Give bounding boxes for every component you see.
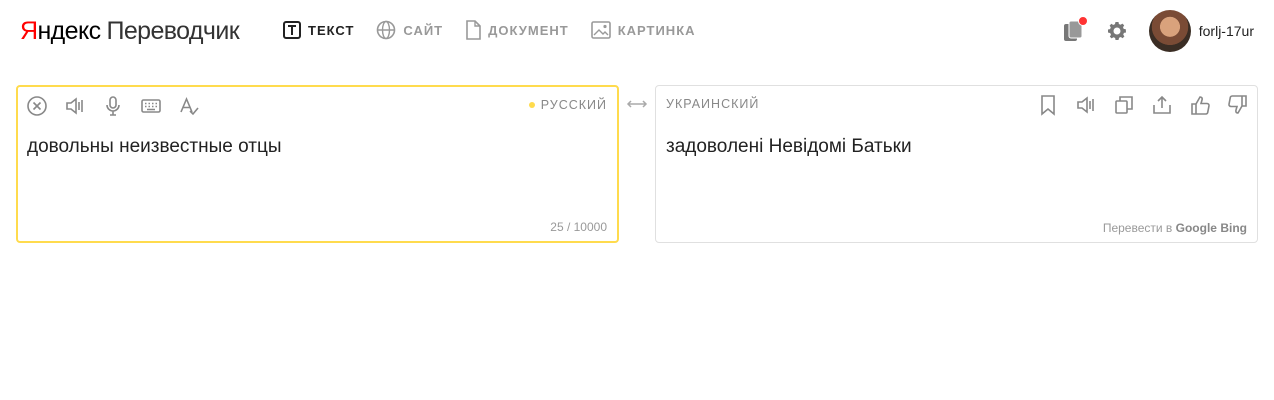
spellcheck-button[interactable]	[178, 95, 200, 117]
engine-links: Перевести в Google Bing	[1102, 221, 1247, 235]
keyboard-icon	[141, 99, 161, 113]
swap-arrows-icon	[626, 100, 648, 108]
target-toolbar	[1021, 94, 1249, 116]
bookmark-icon	[1041, 95, 1055, 116]
speaker-icon	[66, 97, 83, 115]
tab-site[interactable]: САЙТ	[376, 20, 443, 40]
share-icon	[1153, 95, 1171, 114]
text-icon	[283, 21, 301, 39]
notification-dot	[1077, 16, 1088, 26]
copy-button[interactable]	[1113, 94, 1135, 116]
character-counter: 25 / 10000	[550, 220, 607, 234]
share-button[interactable]	[1151, 94, 1173, 116]
speaker-icon	[1077, 96, 1094, 114]
microphone-icon	[106, 96, 120, 116]
listen-source-button[interactable]	[64, 95, 86, 117]
collections-button[interactable]	[1061, 16, 1088, 43]
source-text-input[interactable]: довольны неизвестные отцы	[27, 136, 282, 158]
yandex-translate-logo[interactable]: Яндекс Переводчик	[20, 17, 240, 46]
avatar[interactable]	[1148, 10, 1191, 52]
settings-button[interactable]	[1105, 19, 1129, 43]
clear-button[interactable]	[26, 95, 48, 117]
bookmark-button[interactable]	[1037, 94, 1059, 116]
clear-icon	[27, 96, 47, 116]
bing-engine-link[interactable]: Bing	[1220, 221, 1247, 235]
gear-icon	[1107, 22, 1126, 40]
virtual-keyboard-button[interactable]	[140, 95, 162, 117]
image-icon	[590, 21, 611, 39]
spellcheck-icon	[180, 96, 199, 116]
copy-icon	[1115, 96, 1133, 114]
globe-icon	[377, 20, 396, 40]
mode-tabs: ТЕКСТ САЙТ ДОКУМЕНТ КАРТИНКА	[283, 20, 718, 40]
thumbs-down-button[interactable]	[1227, 94, 1249, 116]
thumbs-up-button[interactable]	[1189, 94, 1211, 116]
translation-text: задоволені Невідомі Батьки	[666, 136, 912, 157]
user-tools: forlj-17ur	[1061, 10, 1254, 52]
thumbs-up-icon	[1191, 96, 1210, 115]
thumbs-down-icon	[1228, 95, 1247, 114]
tab-document[interactable]: ДОКУМЕНТ	[465, 20, 569, 40]
username[interactable]: forlj-17ur	[1199, 23, 1254, 39]
target-panel: УКРАИНСКИЙ задоволені Невідомі Батьки Пе…	[655, 85, 1258, 243]
swap-languages-button[interactable]	[626, 96, 648, 112]
target-language-select[interactable]: УКРАИНСКИЙ	[666, 97, 759, 111]
source-language-select[interactable]: РУССКИЙ	[529, 98, 607, 112]
google-engine-link[interactable]: Google	[1176, 221, 1217, 235]
tab-image[interactable]: КАРТИНКА	[590, 20, 696, 40]
header: Яндекс Переводчик ТЕКСТ САЙТ ДОКУМЕНТ КАР…	[0, 0, 1274, 64]
source-panel: РУССКИЙ довольны неизвестные отцы 25 / 1…	[16, 85, 619, 243]
voice-input-button[interactable]	[102, 95, 124, 117]
tab-text[interactable]: ТЕКСТ	[283, 20, 354, 40]
listen-target-button[interactable]	[1075, 94, 1097, 116]
source-toolbar	[26, 95, 216, 117]
document-icon	[466, 20, 481, 40]
